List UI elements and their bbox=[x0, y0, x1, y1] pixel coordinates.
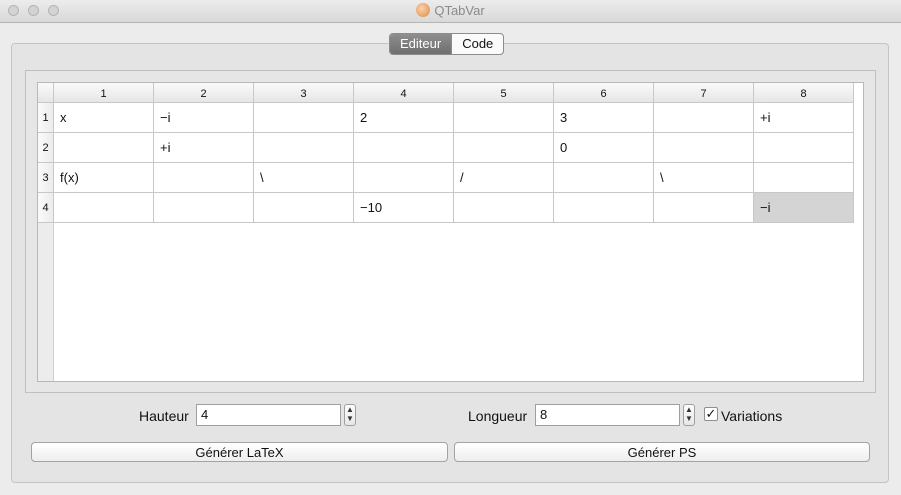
table-cell[interactable]: f(x) bbox=[54, 163, 154, 193]
variations-label[interactable]: Variations bbox=[721, 408, 782, 424]
row-header-4[interactable]: 4 bbox=[38, 193, 54, 223]
table-cell[interactable] bbox=[554, 163, 654, 193]
hauteur-stepper[interactable]: ▲ ▼ bbox=[344, 404, 356, 426]
table-cell[interactable]: \ bbox=[654, 163, 754, 193]
generate-ps-button[interactable]: Générer PS bbox=[454, 442, 870, 462]
app-icon bbox=[416, 3, 431, 17]
column-header-8[interactable]: 8 bbox=[754, 83, 854, 103]
table-cell[interactable] bbox=[254, 193, 354, 223]
table-cell[interactable] bbox=[454, 103, 554, 133]
table-cell[interactable] bbox=[554, 193, 654, 223]
chevron-up-icon[interactable]: ▲ bbox=[684, 405, 694, 414]
table-cell[interactable]: −10 bbox=[354, 193, 454, 223]
table-cell[interactable]: 0 bbox=[554, 133, 654, 163]
table-cell[interactable]: / bbox=[454, 163, 554, 193]
table-cell[interactable] bbox=[754, 133, 854, 163]
table-cell[interactable] bbox=[454, 133, 554, 163]
table-cell[interactable] bbox=[54, 133, 154, 163]
chevron-up-icon[interactable]: ▲ bbox=[345, 405, 355, 414]
view-tabs: Editeur Code bbox=[389, 33, 505, 55]
table-cell[interactable]: −i bbox=[754, 193, 854, 223]
column-header-6[interactable]: 6 bbox=[554, 83, 654, 103]
table-cell[interactable]: −i bbox=[154, 103, 254, 133]
variation-table[interactable]: 12345678 1 x −i 2 3 +i 2 +i 0 3 f(x) \ / \ 4 −10 −i bbox=[37, 82, 864, 382]
hauteur-spinbox[interactable]: 4 bbox=[196, 404, 341, 426]
longueur-stepper[interactable]: ▲ ▼ bbox=[683, 404, 695, 426]
table-cell[interactable]: x bbox=[54, 103, 154, 133]
table-cell[interactable] bbox=[654, 103, 754, 133]
tab-editeur[interactable]: Editeur bbox=[390, 34, 452, 54]
variations-checkbox[interactable]: ✓ bbox=[704, 407, 718, 421]
table-cell[interactable] bbox=[454, 193, 554, 223]
chevron-down-icon[interactable]: ▼ bbox=[684, 414, 694, 423]
row-header-1[interactable]: 1 bbox=[38, 103, 54, 133]
generate-latex-button[interactable]: Générer LaTeX bbox=[31, 442, 448, 462]
longueur-spinbox[interactable]: 8 bbox=[535, 404, 680, 426]
column-header-1[interactable]: 1 bbox=[54, 83, 154, 103]
table-cell[interactable]: 3 bbox=[554, 103, 654, 133]
chevron-down-icon[interactable]: ▼ bbox=[345, 414, 355, 423]
window-title: QTabVar bbox=[434, 3, 485, 18]
table-cell[interactable]: +i bbox=[754, 103, 854, 133]
column-header-4[interactable]: 4 bbox=[354, 83, 454, 103]
table-cell[interactable]: \ bbox=[254, 163, 354, 193]
table-cell[interactable]: 2 bbox=[354, 103, 454, 133]
row-header-2[interactable]: 2 bbox=[38, 133, 54, 163]
column-header-3[interactable]: 3 bbox=[254, 83, 354, 103]
table-cell[interactable] bbox=[754, 163, 854, 193]
table-cell[interactable] bbox=[254, 133, 354, 163]
title-bar: QTabVar bbox=[0, 0, 901, 23]
table-cell[interactable] bbox=[54, 193, 154, 223]
table-cell[interactable]: +i bbox=[154, 133, 254, 163]
longueur-label: Longueur bbox=[468, 408, 528, 424]
table-cell[interactable] bbox=[654, 193, 754, 223]
column-header-5[interactable]: 5 bbox=[454, 83, 554, 103]
table-cell[interactable] bbox=[254, 103, 354, 133]
table-corner[interactable] bbox=[38, 83, 54, 103]
checkmark-icon: ✓ bbox=[705, 406, 717, 421]
table-cell[interactable] bbox=[154, 163, 254, 193]
column-header-7[interactable]: 7 bbox=[654, 83, 754, 103]
table-cell[interactable] bbox=[354, 133, 454, 163]
table-cell[interactable] bbox=[354, 163, 454, 193]
tab-code[interactable]: Code bbox=[451, 34, 503, 54]
column-header-2[interactable]: 2 bbox=[154, 83, 254, 103]
app-window: QTabVar Editeur Code 12345678 1 x −i 2 3 +i 2 +… bbox=[0, 0, 901, 495]
hauteur-label: Hauteur bbox=[139, 408, 189, 424]
table-cell[interactable] bbox=[154, 193, 254, 223]
window-title-area: QTabVar bbox=[0, 3, 901, 18]
table-cell[interactable] bbox=[654, 133, 754, 163]
row-header-3[interactable]: 3 bbox=[38, 163, 54, 193]
